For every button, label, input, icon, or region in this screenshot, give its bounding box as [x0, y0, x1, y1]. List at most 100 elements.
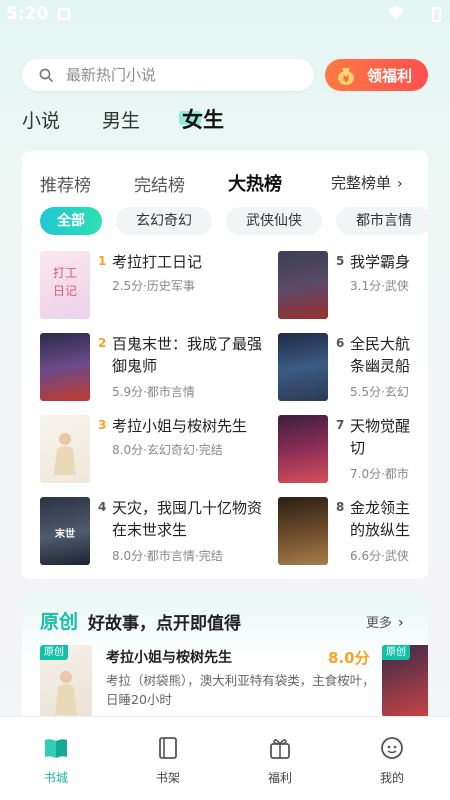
status-time: 5:20	[6, 4, 49, 24]
full-ranking-link[interactable]: 完整榜单 ›	[331, 172, 403, 193]
nav-bookshelf[interactable]: 书架	[112, 717, 224, 800]
original-badge: 原创	[40, 645, 68, 660]
original-more-link[interactable]: 更多 ›	[366, 612, 404, 631]
original-book-cover[interactable]: 原创	[40, 645, 92, 717]
category-chip-all[interactable]: 全部	[40, 207, 102, 235]
book-item[interactable]: 7 天物觉醒 切 7.0分·都市	[278, 415, 428, 485]
book-title-line2: 的放纵生	[350, 521, 411, 539]
svg-text:末世: 末世	[55, 527, 75, 540]
chevron-right-icon: ›	[398, 615, 404, 631]
search-input[interactable]	[66, 59, 306, 91]
search-bar[interactable]	[22, 59, 314, 91]
battery-icon	[432, 7, 441, 22]
book-title: 我学霸身	[350, 253, 411, 271]
rank-number: 4	[98, 500, 107, 514]
book-title: 考拉打工日记	[112, 253, 203, 271]
wifi-icon	[388, 7, 404, 19]
ranking-card: 推荐榜 完结榜 大热榜 完整榜单 › 全部 玄幻奇幻 武侠仙侠 都市言情 打工日记…	[22, 151, 428, 579]
book-meta: 6.6分·武侠	[350, 549, 409, 563]
tab-male[interactable]: 男生	[102, 106, 140, 133]
notification-icon	[58, 8, 70, 20]
book-title: 百鬼末世：我成了最强	[112, 335, 263, 353]
book-title-line2: 条幽灵船	[350, 357, 411, 375]
bookshelf-icon	[159, 737, 177, 759]
book-item[interactable]: 打工日记 1 考拉打工日记 2.5分·历史军事	[40, 251, 230, 321]
tab-finished-rank[interactable]: 完结榜	[134, 171, 185, 196]
original-book-desc: 考拉（树袋熊），澳大利亚特有袋类，主食桉叶，日睡20小时	[106, 673, 375, 707]
book-item[interactable]: 6 全民大航 条幽灵船 5.5分·玄幻	[278, 333, 428, 403]
book-meta: 7.0分·都市	[350, 467, 409, 481]
bottom-nav: 书城 书架 福利 我的	[0, 716, 450, 800]
book-item[interactable]: 8 金龙领主 的放纵生 6.6分·武侠	[278, 497, 428, 567]
book-cover	[278, 415, 328, 483]
book-cover	[40, 333, 90, 401]
rank-number: 5	[336, 254, 345, 268]
money-bag-icon: ¥	[338, 68, 354, 85]
rank-number: 8	[336, 500, 345, 514]
category-chip-wuxia[interactable]: 武侠仙侠	[226, 207, 322, 235]
book-item[interactable]: 3 考拉小姐与桉树先生 8.0分·玄幻奇幻·完结	[40, 415, 260, 485]
nav-bookstore[interactable]: 书城	[0, 717, 112, 800]
rank-number: 7	[336, 418, 345, 432]
search-icon	[39, 68, 53, 82]
original-section: 原创 好故事，点开即值得 更多 › 原创 考拉小姐与桉树先生 8.0分 考拉（树袋…	[22, 593, 428, 733]
original-title: 好故事，点开即值得	[88, 614, 241, 634]
book-meta: 5.5分·玄幻	[350, 385, 409, 399]
rank-number: 1	[98, 254, 107, 268]
book-title-line2: 御鬼师	[112, 357, 158, 375]
book-cover	[278, 333, 328, 401]
tab-female[interactable]: 女生	[179, 104, 224, 134]
rank-number: 3	[98, 418, 107, 432]
book-item[interactable]: 末世 4 天灾，我囤几十亿物资 在末世求生 8.0分·都市言情·完结	[40, 497, 290, 567]
book-item[interactable]: 5 我学霸身 3.1分·武侠	[278, 251, 428, 321]
status-bar: 5:20	[0, 0, 450, 30]
book-title: 天灾，我囤几十亿物资	[112, 499, 263, 517]
original-more-label: 更多	[366, 616, 393, 631]
nav-bookstore-label: 书城	[43, 771, 68, 785]
chevron-right-icon: ›	[397, 176, 403, 192]
full-ranking-label: 完整榜单	[331, 174, 392, 192]
rank-number: 2	[98, 336, 107, 350]
nav-welfare-label: 福利	[267, 771, 292, 785]
original-book-score: 8.0分	[328, 649, 370, 667]
bookstore-icon	[45, 739, 67, 758]
svg-text:¥: ¥	[343, 75, 350, 85]
book-meta: 8.0分·玄幻奇幻·完结	[112, 443, 223, 457]
nav-profile[interactable]: 我的	[336, 717, 448, 800]
book-cover: 打工 日记	[40, 251, 90, 319]
tab-female-label: 女生	[182, 108, 224, 132]
profile-icon	[381, 737, 403, 759]
svg-text:日记: 日记	[53, 284, 77, 298]
welfare-button[interactable]: ¥ 领福利	[325, 59, 428, 91]
gift-icon	[270, 739, 290, 759]
tab-novel[interactable]: 小说	[22, 106, 60, 133]
original-side-cover[interactable]: 原创	[382, 645, 428, 717]
original-book-title[interactable]: 考拉小姐与桉树先生	[106, 647, 232, 667]
svg-text:打工: 打工	[53, 266, 77, 280]
book-meta: 2.5分·历史军事	[112, 279, 195, 293]
book-item[interactable]: 2 百鬼末世：我成了最强 御鬼师 5.9分·都市言情	[40, 333, 300, 403]
original-side-badge: 原创	[382, 645, 410, 660]
category-chip-fantasy[interactable]: 玄幻奇幻	[116, 207, 212, 235]
book-title: 全民大航	[350, 335, 411, 353]
book-meta: 3.1分·武侠	[350, 279, 409, 293]
category-chip-urban[interactable]: 都市言情	[336, 207, 428, 235]
nav-bookshelf-label: 书架	[155, 771, 180, 785]
book-meta: 5.9分·都市言情	[112, 385, 195, 399]
book-title-line2: 在末世求生	[112, 521, 188, 539]
tab-hot-rank[interactable]: 大热榜	[228, 170, 282, 196]
book-title: 考拉小姐与桉树先生	[112, 417, 248, 435]
welfare-label: 领福利	[367, 67, 413, 85]
nav-welfare[interactable]: 福利	[224, 717, 336, 800]
book-cover: 末世	[40, 497, 90, 565]
nav-profile-label: 我的	[379, 771, 404, 785]
tab-recommend-rank[interactable]: 推荐榜	[40, 171, 91, 196]
book-title: 金龙领主	[350, 499, 411, 517]
original-tag: 原创	[40, 611, 79, 633]
book-meta: 8.0分·都市言情·完结	[112, 549, 223, 563]
book-title-line2: 切	[350, 439, 366, 457]
book-title: 天物觉醒	[350, 417, 411, 435]
book-cover	[40, 415, 90, 483]
book-cover	[278, 251, 328, 319]
rank-number: 6	[336, 336, 345, 350]
